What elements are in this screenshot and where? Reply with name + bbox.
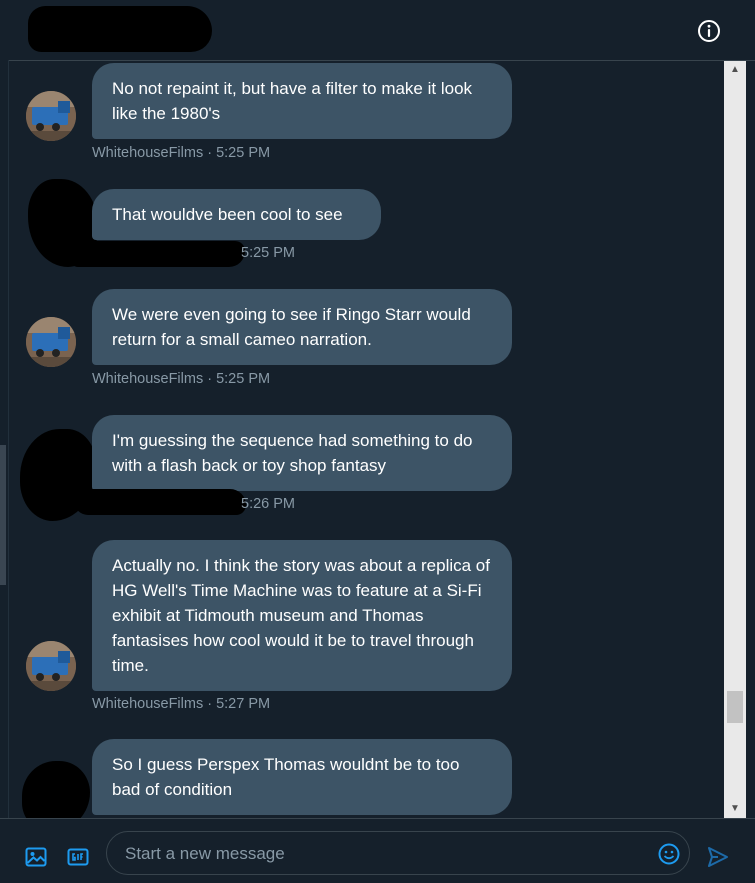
message-list-scrollbar[interactable]: ▲ ▼ [724,61,746,818]
redacted-name [28,6,212,52]
message-input[interactable] [123,840,647,868]
message-meta: WhitehouseFilms · 5:27 PM [92,696,271,712]
scroll-up-arrow-icon[interactable]: ▲ [724,61,746,79]
avatar[interactable] [26,91,76,141]
message-bubble[interactable]: I'm guessing the sequence had something … [92,415,512,491]
conversation-header [0,0,755,61]
left-panel-scrollbar[interactable] [0,445,6,585]
message-bubble[interactable]: We were even going to see if Ringo Starr… [92,289,512,365]
avatar[interactable] [26,317,76,367]
message-composer [0,818,755,883]
message-bubble[interactable]: No not repaint it, but have a filter to … [92,63,512,139]
train-avatar-icon [26,91,76,141]
train-avatar-icon [26,317,76,367]
redacted-sender [74,489,246,515]
message-meta: 5:25 PM [241,245,295,261]
message-list[interactable]: No not repaint it, but have a filter to … [8,61,724,818]
message-meta: WhitehouseFilms · 5:25 PM [92,371,271,387]
scroll-thumb[interactable] [727,691,743,723]
redacted-avatar [22,761,90,818]
message-bubble[interactable]: Actually no. I think the story was about… [92,540,512,691]
message-bubble[interactable]: That wouldve been cool to see [92,189,381,240]
message-meta: 5:26 PM [241,496,295,512]
avatar[interactable] [26,641,76,691]
scroll-down-arrow-icon[interactable]: ▼ [724,800,746,818]
message-bubble[interactable]: So I guess Perspex Thomas wouldnt be to … [92,739,512,815]
message-meta: WhitehouseFilms · 5:25 PM [92,145,271,161]
send-icon[interactable] [706,845,730,869]
train-avatar-icon [26,641,76,691]
message-input-box[interactable] [106,831,690,875]
gif-icon[interactable] [66,845,90,869]
redacted-sender [70,241,245,267]
info-icon[interactable] [697,19,721,43]
emoji-icon[interactable] [657,842,681,866]
image-icon[interactable] [24,845,48,869]
